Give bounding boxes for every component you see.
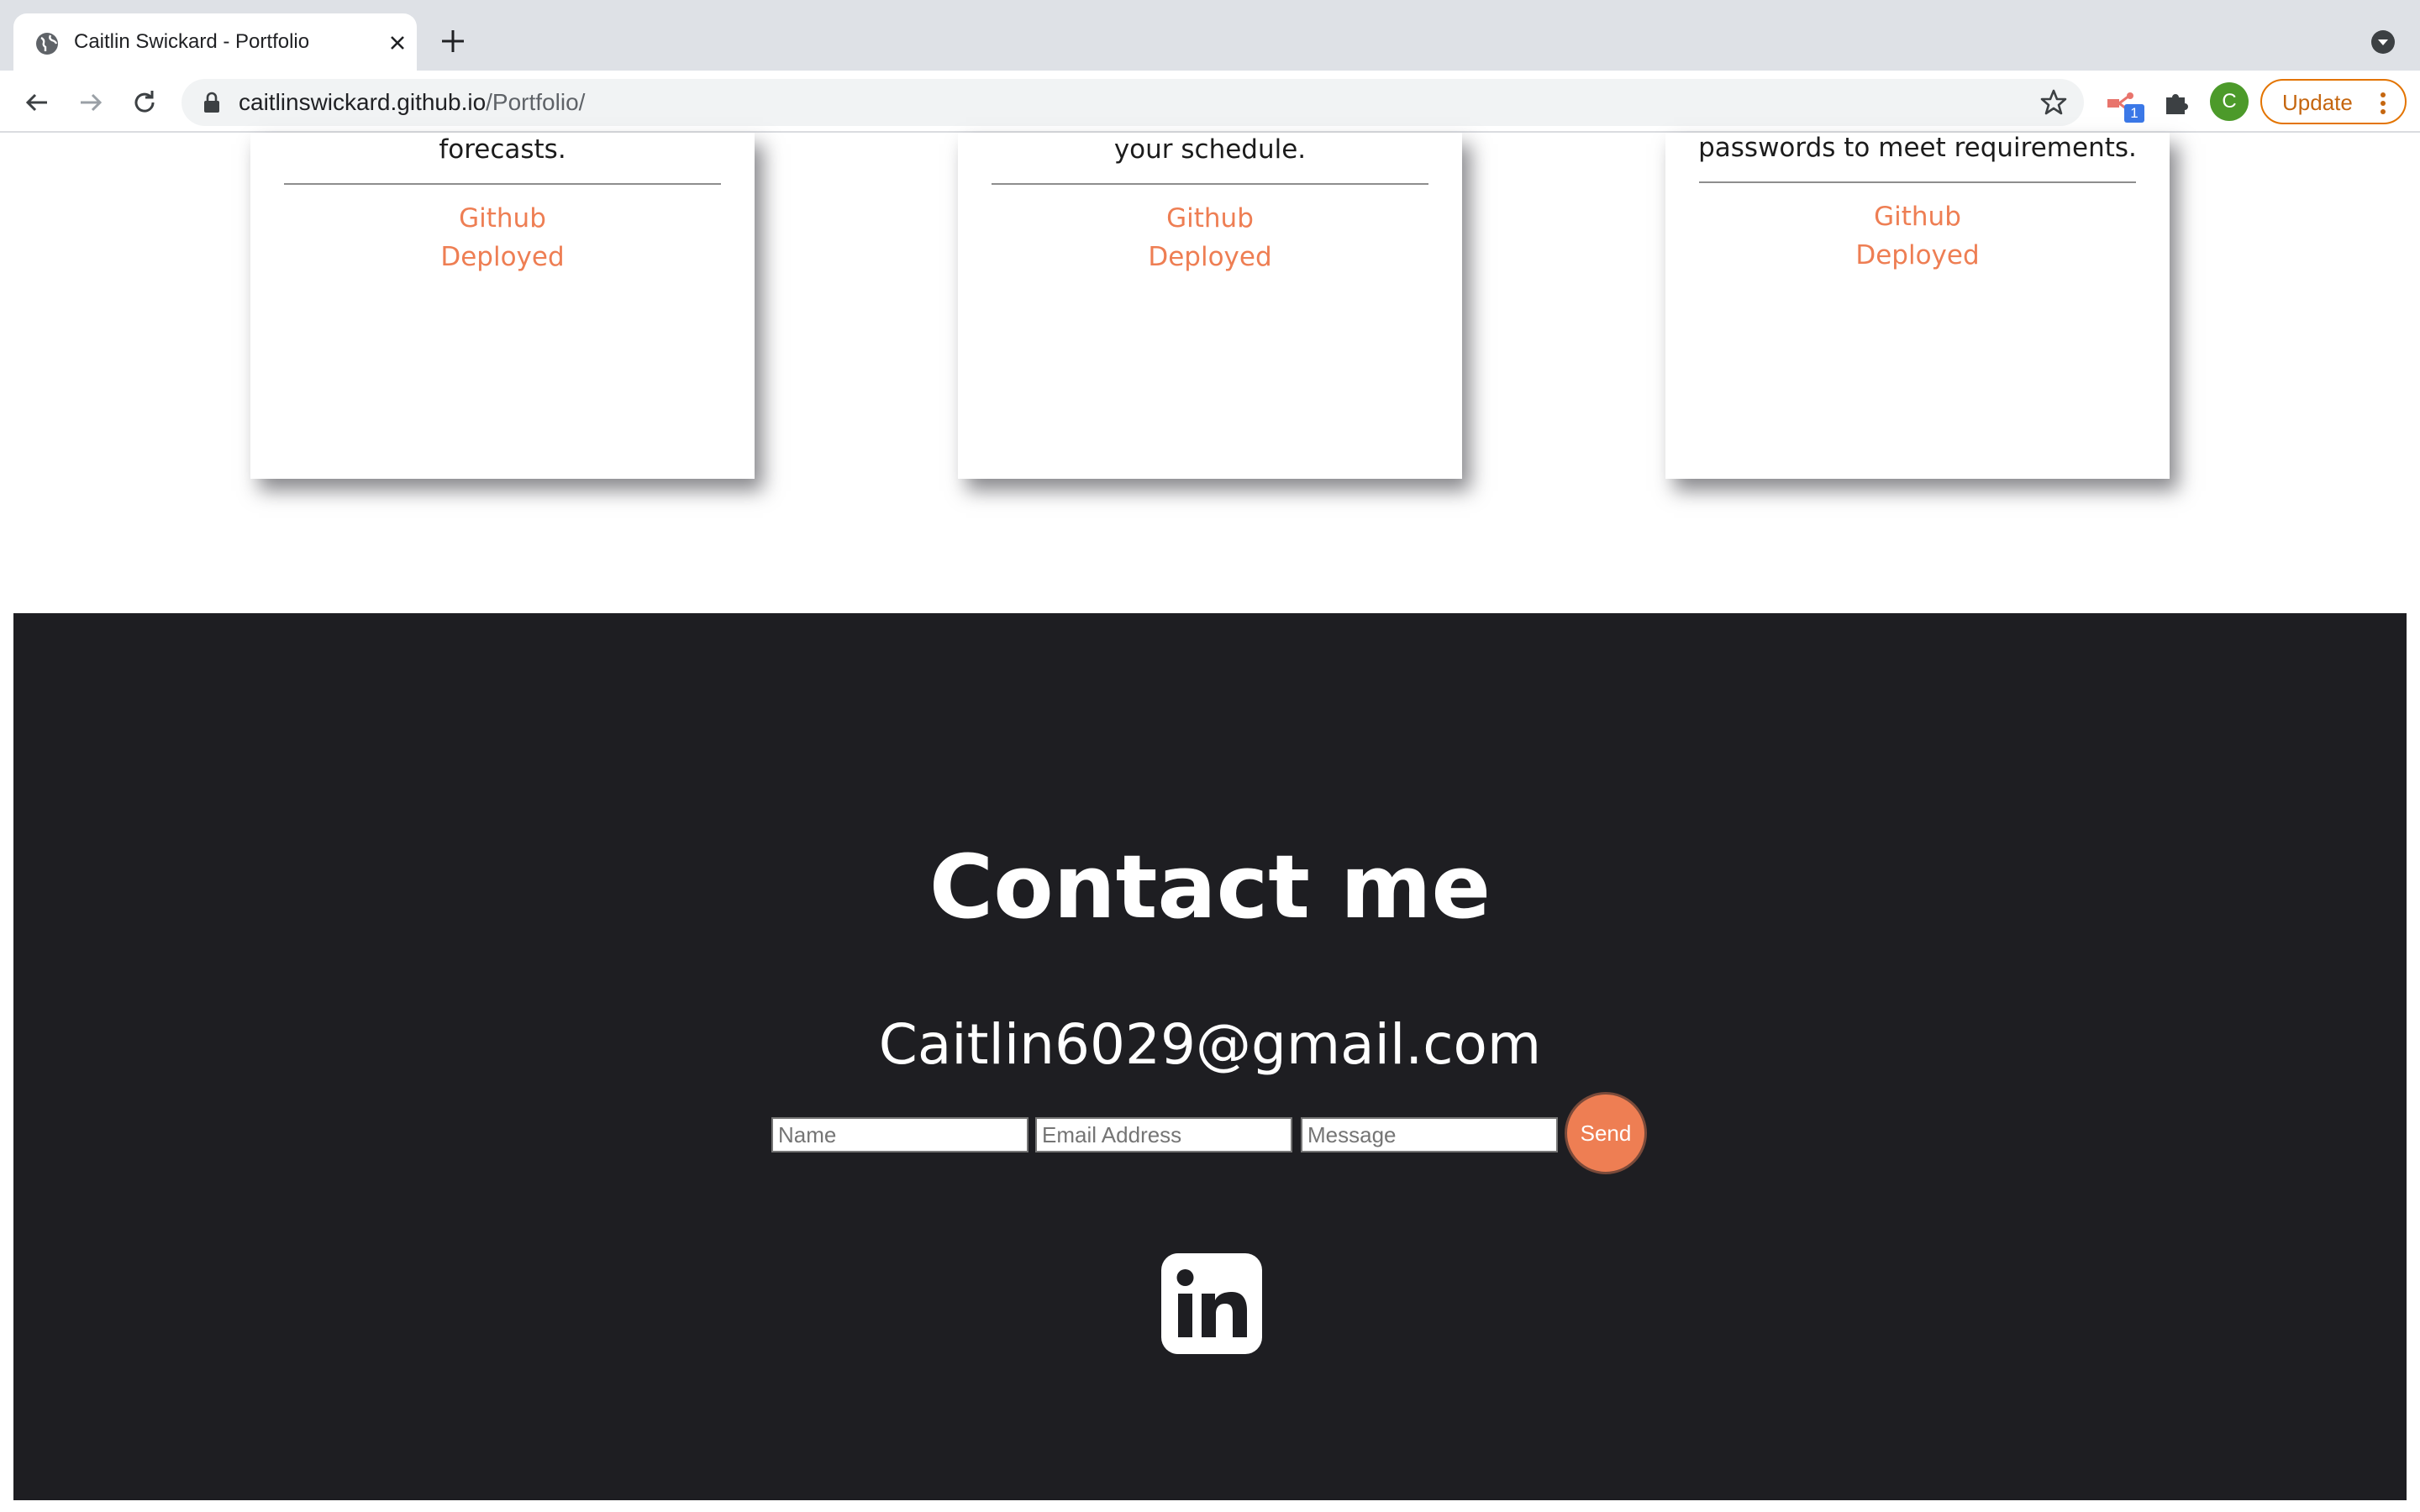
url-text[interactable]: caitlinswickard.github.io/Portfolio/ [239,87,585,118]
name-input[interactable] [771,1117,1028,1152]
deployed-link[interactable]: Deployed [250,240,755,274]
browser-tab[interactable]: Caitlin Swickard - Portfolio [13,13,417,71]
lock-icon[interactable] [202,91,222,114]
kebab-menu-icon[interactable] [2378,91,2388,116]
page-content: forecasts. Github Deployed your schedule… [0,133,2420,1512]
project-card: your schedule. Github Deployed [958,133,1462,479]
update-button[interactable]: Update [2260,79,2407,124]
email-input[interactable] [1035,1117,1292,1152]
card-divider [284,183,721,185]
puzzle-icon[interactable] [2160,86,2193,119]
github-link[interactable]: Github [958,202,1462,235]
url-host: caitlinswickard.github.io [239,89,487,115]
forward-icon[interactable] [74,86,108,119]
github-link[interactable]: Github [1665,200,2170,234]
close-icon[interactable] [385,30,410,55]
project-description: passwords to meet requirements. [1698,133,2137,163]
contact-email[interactable]: Caitlin6029@gmail.com [13,1010,2407,1080]
tab-title: Caitlin Swickard - Portfolio [74,30,310,53]
plus-icon[interactable] [439,27,467,55]
url-path: /Portfolio/ [486,89,586,115]
project-card: passwords to meet requirements. Github D… [1665,133,2170,479]
tab-strip: Caitlin Swickard - Portfolio [0,0,2420,71]
project-description: your schedule. [1113,134,1307,165]
contact-section: Contact me Caitlin6029@gmail.com Send [13,613,2407,1500]
project-card: forecasts. Github Deployed [250,133,755,479]
avatar[interactable]: C [2210,82,2249,121]
deployed-link[interactable]: Deployed [958,240,1462,274]
message-input[interactable] [1301,1117,1558,1152]
linkedin-icon[interactable] [1160,1252,1264,1356]
contact-title: Contact me [929,836,1491,938]
send-button[interactable]: Send [1565,1092,1647,1174]
back-icon[interactable] [20,86,54,119]
reload-icon[interactable] [128,86,161,119]
extension-badge: 1 [2124,104,2144,123]
deployed-link[interactable]: Deployed [1665,239,2170,272]
update-label: Update [2282,90,2353,115]
globe-icon [36,33,58,55]
card-divider [992,183,1428,185]
github-link[interactable]: Github [250,202,755,235]
tab-search-icon[interactable] [2370,29,2396,55]
project-description: forecasts. [439,134,566,165]
star-icon[interactable] [2037,86,2070,119]
card-divider [1699,181,2136,183]
